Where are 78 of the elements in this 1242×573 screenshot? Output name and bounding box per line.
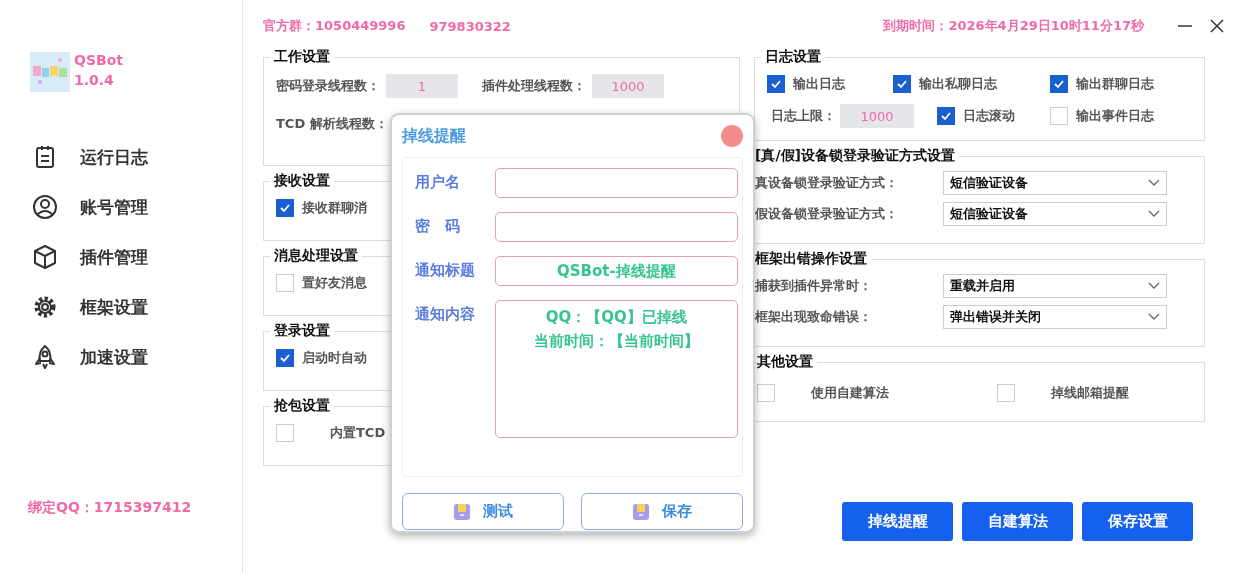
field-label: 框架出现致命错误： <box>755 307 873 326</box>
checkbox-label: 日志滚动 <box>963 107 1015 125</box>
checkmark-icon <box>279 352 291 364</box>
checkbox[interactable] <box>767 75 785 93</box>
action-button[interactable]: 保存设置 <box>1082 502 1193 541</box>
sidebar-item[interactable]: 框架设置 <box>0 282 242 332</box>
checkbox-label: 输出事件日志 <box>1076 107 1154 125</box>
group-title: [真/假]设备锁登录验证方式设置 <box>755 147 956 165</box>
sidebar-item[interactable]: 插件管理 <box>0 232 242 282</box>
input-field[interactable] <box>494 212 738 242</box>
checkbox-label: 掉线邮箱提醒 <box>1051 384 1129 402</box>
dropdown[interactable]: 短信验证设备 <box>943 201 1167 226</box>
field-label: 用户名 <box>415 172 461 192</box>
checkbox-label: 内置TCD <box>330 424 386 442</box>
group-title: 日志设置 <box>764 48 822 66</box>
checkbox-label: 接收群聊消 <box>302 199 367 217</box>
checkbox[interactable] <box>276 199 294 217</box>
dropdown[interactable]: 重载并启用 <box>943 273 1167 298</box>
chevron-down-icon <box>1148 209 1160 218</box>
checkbox-label: 输出群聊日志 <box>1076 75 1154 93</box>
sidebar-item[interactable]: 加速设置 <box>0 332 242 382</box>
field-label: 密 码 <box>415 216 461 236</box>
chevron-down-icon <box>1148 178 1160 187</box>
dialog-button[interactable]: 保存 <box>581 493 743 530</box>
group-number: 979830322 <box>429 18 511 34</box>
chevron-down-icon <box>1148 312 1160 321</box>
action-button[interactable]: 自建算法 <box>962 502 1073 541</box>
field-label: 通知内容 <box>415 304 476 324</box>
checkbox-label: 置好友消息 <box>302 274 367 292</box>
action-button[interactable]: 掉线提醒 <box>842 502 953 541</box>
checkmark-icon <box>279 202 291 214</box>
checkbox[interactable] <box>937 107 955 125</box>
gear-icon <box>32 294 58 320</box>
field-label: 捕获到插件异常时： <box>755 276 873 295</box>
checkbox[interactable] <box>1050 75 1068 93</box>
dialog-button[interactable]: 测试 <box>402 493 564 530</box>
checkbox-label: 使用自建算法 <box>811 384 889 402</box>
field-label: TCD 解析线程数： <box>276 115 388 133</box>
group-title: 接收设置 <box>273 172 331 190</box>
dropdown[interactable]: 短信验证设备 <box>943 170 1167 195</box>
group-title: 框架出错操作设置 <box>755 250 868 268</box>
checkbox-label: 输出私聊日志 <box>919 75 997 93</box>
group-title: 登录设置 <box>273 322 331 340</box>
sidebar-item[interactable]: 运行日志 <box>0 132 242 182</box>
checkbox-label: 启动时自动 <box>302 349 367 367</box>
field-label: 假设备锁登录验证方式： <box>755 204 899 223</box>
app-name: QSBot <box>74 52 123 68</box>
checkmark-icon <box>896 78 908 90</box>
group-title: 消息处理设置 <box>273 247 359 265</box>
field-label: 日志上限： <box>771 107 836 125</box>
checkmark-icon <box>770 78 782 90</box>
input-field[interactable] <box>494 168 738 198</box>
app-version: 1.0.4 <box>74 72 115 88</box>
field-label: 密码登录线程数： <box>276 77 380 95</box>
dropdown[interactable]: 弹出错误并关闭 <box>943 304 1167 329</box>
group-title: 其他设置 <box>757 353 814 371</box>
field-label: 通知标题 <box>415 260 476 280</box>
group-title: 工作设置 <box>273 48 331 66</box>
checkmark-icon <box>1053 78 1065 90</box>
text-line: 当前时间：【当前时间】 <box>533 331 699 352</box>
close-icon[interactable] <box>1210 19 1224 33</box>
sidebar-item[interactable]: 账号管理 <box>0 182 242 232</box>
group-title: 抢包设置 <box>273 397 331 415</box>
text-line: QQ：【QQ】已掉线 <box>545 307 687 328</box>
user-icon <box>32 194 58 220</box>
group-text: 官方群：1050449996 <box>263 17 406 35</box>
checkmark-icon <box>940 110 952 122</box>
checkbox[interactable] <box>276 349 294 367</box>
bound-qq-text: 绑定QQ：1715397412 <box>27 499 193 517</box>
expiry-text: 到期时间：2026年4月29日10时11分17秒 <box>883 17 1144 35</box>
checkbox[interactable] <box>893 75 911 93</box>
dialog-title: 掉线提醒 <box>402 125 466 147</box>
field-label: 真设备锁登录验证方式： <box>755 173 899 192</box>
checkbox-label: 输出日志 <box>793 75 845 93</box>
cube-icon <box>32 244 58 270</box>
chevron-down-icon <box>1148 281 1160 290</box>
rocket-icon <box>32 344 58 370</box>
field-label: 插件处理线程数： <box>482 77 586 95</box>
